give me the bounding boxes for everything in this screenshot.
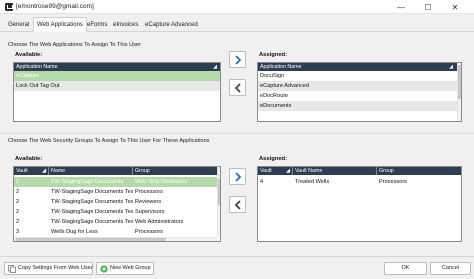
footer-divider xyxy=(0,256,474,257)
table-row[interactable]: 2 TW-StagingSage Documents Test Supervis… xyxy=(14,207,217,217)
tab-eforms[interactable]: eForms xyxy=(87,19,107,31)
list-item[interactable]: eDocRoute xyxy=(258,91,457,101)
column-header-vault[interactable]: Vault ◢ xyxy=(258,167,293,175)
table-row[interactable]: 2 TW-StagingSage Documents Test Processo… xyxy=(14,187,217,197)
minimize-button[interactable]: — xyxy=(389,0,413,14)
list-item[interactable]: Lock Out Tag Out xyxy=(14,81,220,91)
new-web-group-label: New Web Group xyxy=(110,265,151,271)
available-groups-header[interactable]: Vault ◢ Name Group xyxy=(14,167,217,175)
apps-section-label: Choose The Web Applications To Assign To… xyxy=(8,42,141,48)
arrow-right-icon xyxy=(235,55,242,65)
available-apps-list[interactable]: Application Name ◢ eCapture Lock Out Tag… xyxy=(13,62,221,122)
column-header-application-name[interactable]: Application Name xyxy=(260,64,302,70)
column-header-group[interactable]: Group xyxy=(377,167,461,175)
section-divider xyxy=(0,133,474,134)
column-header-name[interactable]: Name xyxy=(49,167,133,175)
list-item[interactable]: eCapture xyxy=(14,71,220,81)
remove-app-button[interactable] xyxy=(229,79,246,96)
vertical-scrollbar[interactable] xyxy=(457,63,461,121)
table-row[interactable]: 3 Wells Dug for Less Processors xyxy=(14,227,217,237)
tab-general[interactable]: General xyxy=(8,19,29,31)
assigned-apps-header[interactable]: Application Name ◢ xyxy=(258,63,457,71)
table-row[interactable]: 4 Treated Wells Processors xyxy=(258,177,461,187)
sort-icon[interactable]: ◢ xyxy=(449,63,453,71)
column-header-application-name[interactable]: Application Name xyxy=(16,64,58,70)
scroll-thumb[interactable] xyxy=(218,179,220,205)
assigned-apps-list[interactable]: Application Name ◢ DocuSign eCapture Adv… xyxy=(257,62,462,122)
maximize-button[interactable]: ☐ xyxy=(416,0,440,14)
window-title: [emontrose99@gmail.com] xyxy=(16,3,94,10)
scroll-thumb[interactable] xyxy=(458,65,461,99)
assigned-apps-label: Assigned: xyxy=(259,52,288,58)
title-bar: [emontrose99@gmail.com] — ☐ ✕ xyxy=(0,0,474,14)
column-header-group[interactable]: Group xyxy=(133,167,217,175)
plus-circle-icon xyxy=(100,265,108,273)
ok-button[interactable]: OK xyxy=(384,262,427,275)
sort-icon[interactable]: ◢ xyxy=(42,167,46,175)
add-group-button[interactable] xyxy=(229,168,246,185)
available-apps-header[interactable]: Application Name ◢ xyxy=(14,63,220,71)
assigned-groups-table[interactable]: Vault ◢ Vault Name Group 4 Treated Wells … xyxy=(257,166,462,242)
copy-settings-button[interactable]: Copy Settings From Web User xyxy=(4,262,93,275)
sort-icon[interactable]: ◢ xyxy=(213,63,217,71)
table-row[interactable]: 2 TW-StagingSage Documents Test Web Admi… xyxy=(14,217,217,227)
horizontal-scrollbar[interactable] xyxy=(14,237,217,241)
column-header-vault[interactable]: Vault ◢ xyxy=(14,167,49,175)
table-row[interactable]: 2 TW-StagingSage Documents Test Reviewer… xyxy=(14,197,217,207)
tab-bar: General Web Applications eForms eInvoice… xyxy=(0,17,474,32)
new-web-group-button[interactable]: New Web Group xyxy=(96,262,154,275)
app-window-icon xyxy=(5,3,13,11)
list-item[interactable]: eDocuments xyxy=(258,101,457,111)
column-header-vault-name[interactable]: Vault Name xyxy=(293,167,377,175)
list-item[interactable]: eCapture Advanced xyxy=(258,81,457,91)
copy-settings-label: Copy Settings From Web User xyxy=(18,265,93,271)
assigned-groups-header[interactable]: Vault ◢ Vault Name Group xyxy=(258,167,461,175)
groups-section-label: Choose The Web Security Groups To Assign… xyxy=(8,138,210,144)
arrow-left-icon xyxy=(234,200,241,210)
add-app-button[interactable] xyxy=(229,51,246,68)
available-groups-label: Available: xyxy=(15,156,43,162)
close-button[interactable]: ✕ xyxy=(443,0,467,14)
list-item[interactable]: DocuSign xyxy=(258,71,457,81)
available-apps-label: Available: xyxy=(15,52,43,58)
vertical-scrollbar[interactable] xyxy=(217,167,220,237)
tab-einvoices[interactable]: eInvoices xyxy=(113,19,138,31)
tab-ecapture-advanced[interactable]: eCapture Advanced xyxy=(145,19,198,31)
scroll-thumb[interactable] xyxy=(16,238,166,241)
remove-group-button[interactable] xyxy=(229,196,246,213)
available-groups-table[interactable]: Vault ◢ Name Group 2 TW-StagingSage Docum… xyxy=(13,166,221,242)
sort-icon[interactable]: ◢ xyxy=(286,167,290,175)
copy-icon xyxy=(8,265,16,273)
cancel-button[interactable]: Cancel xyxy=(430,262,471,275)
arrow-right-icon xyxy=(235,172,242,182)
arrow-left-icon xyxy=(234,83,241,93)
assigned-groups-label: Assigned: xyxy=(259,156,288,162)
table-row[interactable]: 2 TW-StagingSage Documents Web Only Revi… xyxy=(14,177,217,187)
tab-web-applications[interactable]: Web Applications xyxy=(33,17,87,32)
